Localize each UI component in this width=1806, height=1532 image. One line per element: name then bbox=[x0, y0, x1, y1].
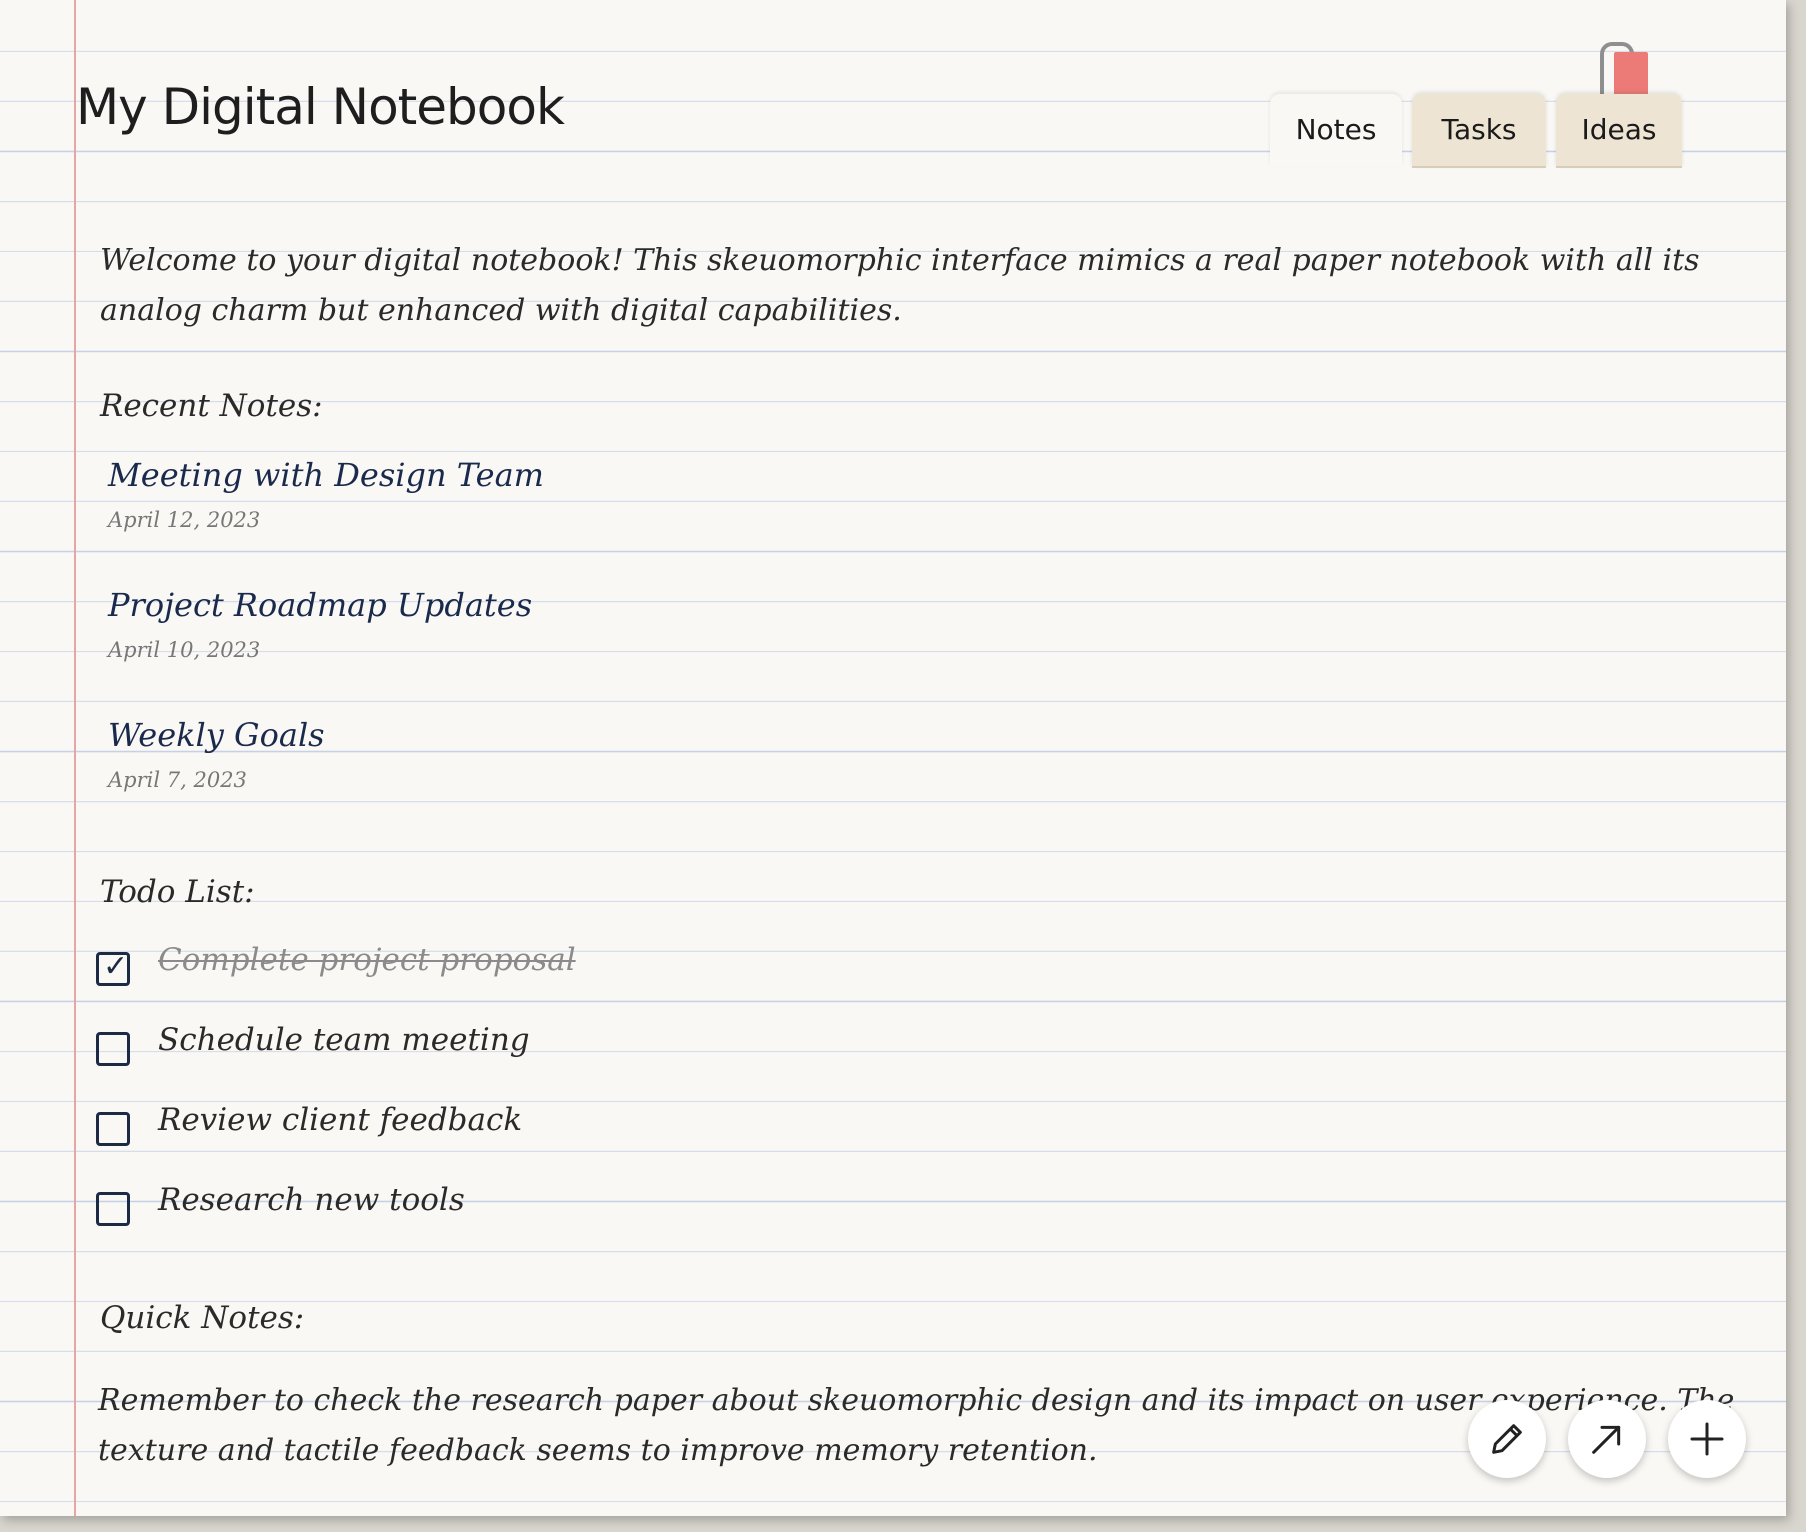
share-arrow-icon bbox=[1592, 1425, 1621, 1454]
todo-item-label: Review client feedback bbox=[158, 1102, 523, 1138]
note-item-title[interactable]: Weekly Goals bbox=[108, 716, 325, 754]
intro-text: Welcome to your digital notebook! This s… bbox=[100, 243, 1700, 328]
notebook-page: My Digital Notebook Notes Tasks Ideas We… bbox=[0, 0, 1786, 1516]
page-title: My Digital Notebook bbox=[76, 78, 565, 136]
note-item-date: April 12, 2023 bbox=[108, 508, 261, 532]
tab-notes[interactable]: Notes bbox=[1270, 94, 1402, 166]
quick-notes-label: Quick Notes: bbox=[100, 1300, 305, 1336]
recent-notes-label: Recent Notes: bbox=[100, 388, 323, 424]
checkmark-icon: ✓ bbox=[103, 949, 129, 984]
add-note-button[interactable] bbox=[1668, 1400, 1746, 1478]
edit-button[interactable] bbox=[1468, 1400, 1546, 1478]
todo-item-label: Complete project proposal bbox=[158, 942, 576, 978]
share-button[interactable] bbox=[1568, 1400, 1646, 1478]
bookmark-ribbon bbox=[1614, 52, 1648, 98]
pencil-icon bbox=[1492, 1424, 1522, 1454]
note-item-title[interactable]: Meeting with Design Team bbox=[108, 456, 544, 494]
note-item-date: April 7, 2023 bbox=[108, 768, 247, 792]
todo-checkbox[interactable] bbox=[96, 1192, 130, 1226]
note-item-title[interactable]: Project Roadmap Updates bbox=[108, 586, 532, 624]
todo-checkbox[interactable] bbox=[96, 1032, 130, 1066]
todo-checkbox[interactable] bbox=[96, 1112, 130, 1146]
tab-ideas[interactable]: Ideas bbox=[1556, 94, 1682, 168]
todo-item-label: Research new tools bbox=[158, 1182, 465, 1218]
todo-item-label: Schedule team meeting bbox=[158, 1022, 530, 1058]
plus-icon bbox=[1690, 1422, 1724, 1456]
todo-list-label: Todo List: bbox=[100, 874, 255, 910]
margin-line bbox=[74, 0, 76, 1516]
note-item-date: April 10, 2023 bbox=[108, 638, 261, 662]
tab-tasks[interactable]: Tasks bbox=[1412, 94, 1546, 168]
todo-checkbox-checked[interactable]: ✓ bbox=[96, 949, 130, 986]
